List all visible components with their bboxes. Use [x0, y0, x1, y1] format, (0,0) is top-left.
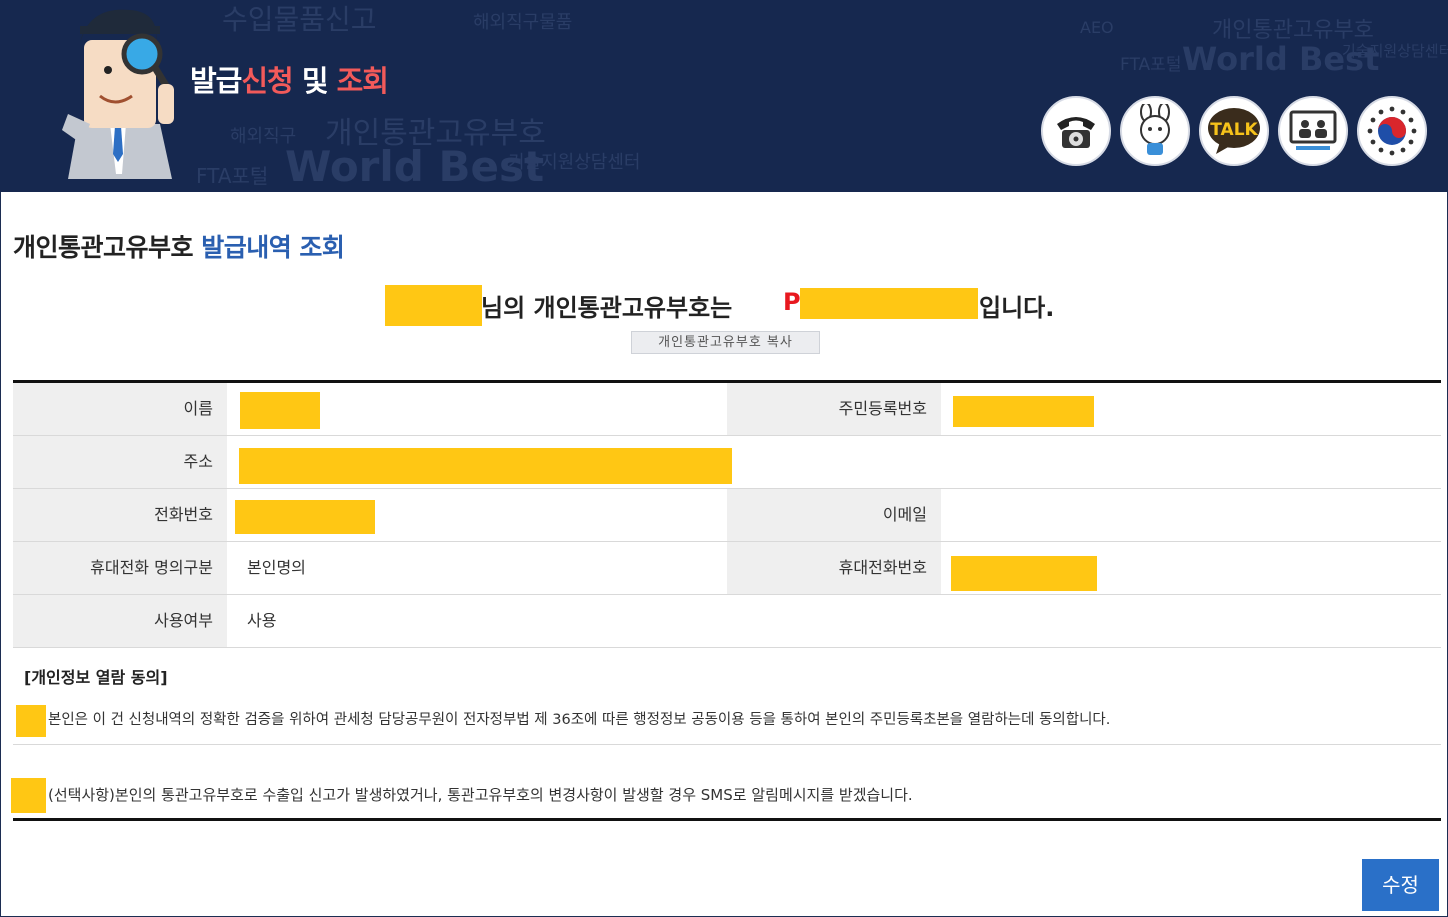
mobile-type-label: 휴대전화 명의구분 [13, 542, 227, 594]
mascot-icon [1140, 104, 1170, 155]
video-consult-button[interactable] [1278, 96, 1348, 166]
rrn-label: 주민등록번호 [727, 383, 941, 435]
talk-label: TALK [1210, 120, 1258, 140]
code-redaction [800, 288, 978, 319]
result-sentence-end: 입니다. [979, 294, 1055, 322]
mobile-type-value: 본인명의 [247, 558, 306, 577]
banner-bg-text: 해외직구 [230, 126, 297, 147]
email-value [941, 489, 1441, 541]
code-prefix: P [783, 288, 801, 316]
phone-value-redaction [235, 500, 375, 534]
consent-title: [개인정보 열람 동의] [24, 668, 168, 687]
copy-code-button[interactable]: 개인통관고유부호 복사 [631, 331, 820, 354]
banner-bg-text: FTA포털 [196, 164, 269, 188]
mascot-illustration [62, 9, 174, 179]
banner-bg-text: 기술지원상담센터 [508, 152, 641, 173]
name-value-redaction [240, 392, 320, 429]
phone-button[interactable] [1041, 96, 1111, 166]
banner-title-part: 조회 [336, 64, 389, 98]
banner-bg-text: 수입물품신고 [222, 3, 377, 36]
consent-divider [13, 744, 1441, 745]
government-emblem-icon [1367, 106, 1417, 156]
consent-text-2: (선택사항)본인의 통관고유부호로 수출입 신고가 발생하였거나, 통관고유부호… [48, 786, 913, 804]
address-value-redaction [239, 448, 732, 484]
name-redaction [385, 285, 482, 326]
page-title-main: 개인통관고유부호 [13, 233, 202, 262]
edit-button[interactable]: 수정 [1362, 859, 1439, 911]
mobile-value-redaction [951, 556, 1097, 591]
government-button[interactable] [1357, 96, 1427, 166]
banner-title-part: 발급 [190, 64, 242, 98]
use-value: 사용 [247, 611, 277, 630]
banner-bg-text: World Best [285, 142, 545, 191]
banner-title: 발급신청 및 조회 [190, 58, 389, 100]
consent-checkbox-2[interactable] [11, 778, 46, 813]
address-label: 주소 [13, 436, 227, 488]
banner-bg-text: 해외직구물품 [473, 12, 573, 33]
result-sentence-mid: 님의 개인통관고유부호는 [481, 294, 733, 322]
header-banner: 수입물품신고 해외직구물품 개인통관고유부호 World Best 기술지원상담… [0, 0, 1448, 192]
row-divider [13, 647, 1441, 648]
banner-bg-text: 기술지원상담센터 [1342, 42, 1448, 60]
consent-text-1: 본인은 이 건 신청내역의 정확한 검증을 위하여 관세청 담당공무원이 전자정… [48, 712, 1111, 728]
banner-title-part: 및 [292, 64, 337, 98]
page-title: 개인통관고유부호 발급내역 조회 [13, 228, 345, 264]
talk-icon: TALK [1208, 108, 1260, 154]
rrn-value-redaction [953, 396, 1094, 427]
banner-title-part: 신청 [241, 64, 293, 98]
use-label: 사용여부 [13, 595, 227, 647]
video-consult-icon [1289, 110, 1337, 150]
mascot-chat-button[interactable] [1120, 96, 1190, 166]
phone-icon [1057, 117, 1095, 148]
phone-label: 전화번호 [13, 489, 227, 541]
name-label: 이름 [13, 383, 227, 435]
row-divider [13, 435, 1441, 436]
banner-bg-text: AEO [1080, 18, 1114, 37]
talk-button[interactable]: TALK [1199, 96, 1269, 166]
email-label: 이메일 [727, 489, 941, 541]
table-bottom-border [13, 818, 1441, 821]
banner-bg-text: FTA포털 [1120, 55, 1182, 75]
consent-checkbox-1[interactable] [16, 705, 46, 737]
mobile-label: 휴대전화번호 [727, 542, 941, 594]
page-title-sub: 발급내역 조회 [201, 233, 345, 262]
